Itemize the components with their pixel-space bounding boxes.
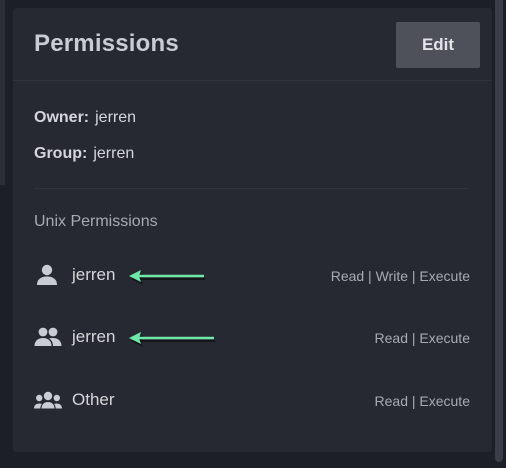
other-name: Other bbox=[72, 390, 115, 409]
group-info: Group: jerren bbox=[34, 145, 134, 163]
user-name: jerren bbox=[72, 265, 116, 284]
group-value: jerren bbox=[93, 145, 135, 162]
user-icon bbox=[34, 263, 62, 287]
group-rights: Read | Execute bbox=[374, 330, 470, 346]
owner-value: jerren bbox=[95, 109, 137, 126]
others-icon bbox=[34, 388, 62, 412]
background-panel-edge bbox=[0, 0, 5, 185]
permission-row-group: jerren Read | Execute bbox=[34, 322, 470, 352]
unix-permissions-heading: Unix Permissions bbox=[34, 213, 158, 230]
edit-button[interactable]: Edit bbox=[396, 22, 480, 68]
scrollbar[interactable] bbox=[492, 0, 506, 468]
group-name: jerren bbox=[72, 327, 116, 346]
owner-info: Owner: jerren bbox=[34, 109, 136, 127]
section-divider bbox=[34, 188, 468, 189]
user-rights: Read | Write | Execute bbox=[330, 268, 470, 284]
group-label: Group: bbox=[34, 145, 88, 162]
other-rights: Read | Execute bbox=[374, 393, 470, 409]
permission-row-other: Other Read | Execute bbox=[34, 385, 470, 415]
permissions-card: Permissions Edit Owner: jerren Group: jerr… bbox=[13, 8, 492, 452]
annotation-arrow-group-icon bbox=[129, 332, 215, 347]
owner-label: Owner: bbox=[34, 109, 90, 126]
scrollbar-track[interactable] bbox=[495, 0, 503, 462]
group-icon bbox=[34, 325, 62, 349]
annotation-arrow-user-icon bbox=[129, 270, 205, 285]
permission-row-user: jerren Read | Write | Execute bbox=[34, 260, 470, 290]
card-header: Permissions Edit bbox=[13, 8, 492, 81]
panel-title: Permissions bbox=[34, 30, 179, 57]
